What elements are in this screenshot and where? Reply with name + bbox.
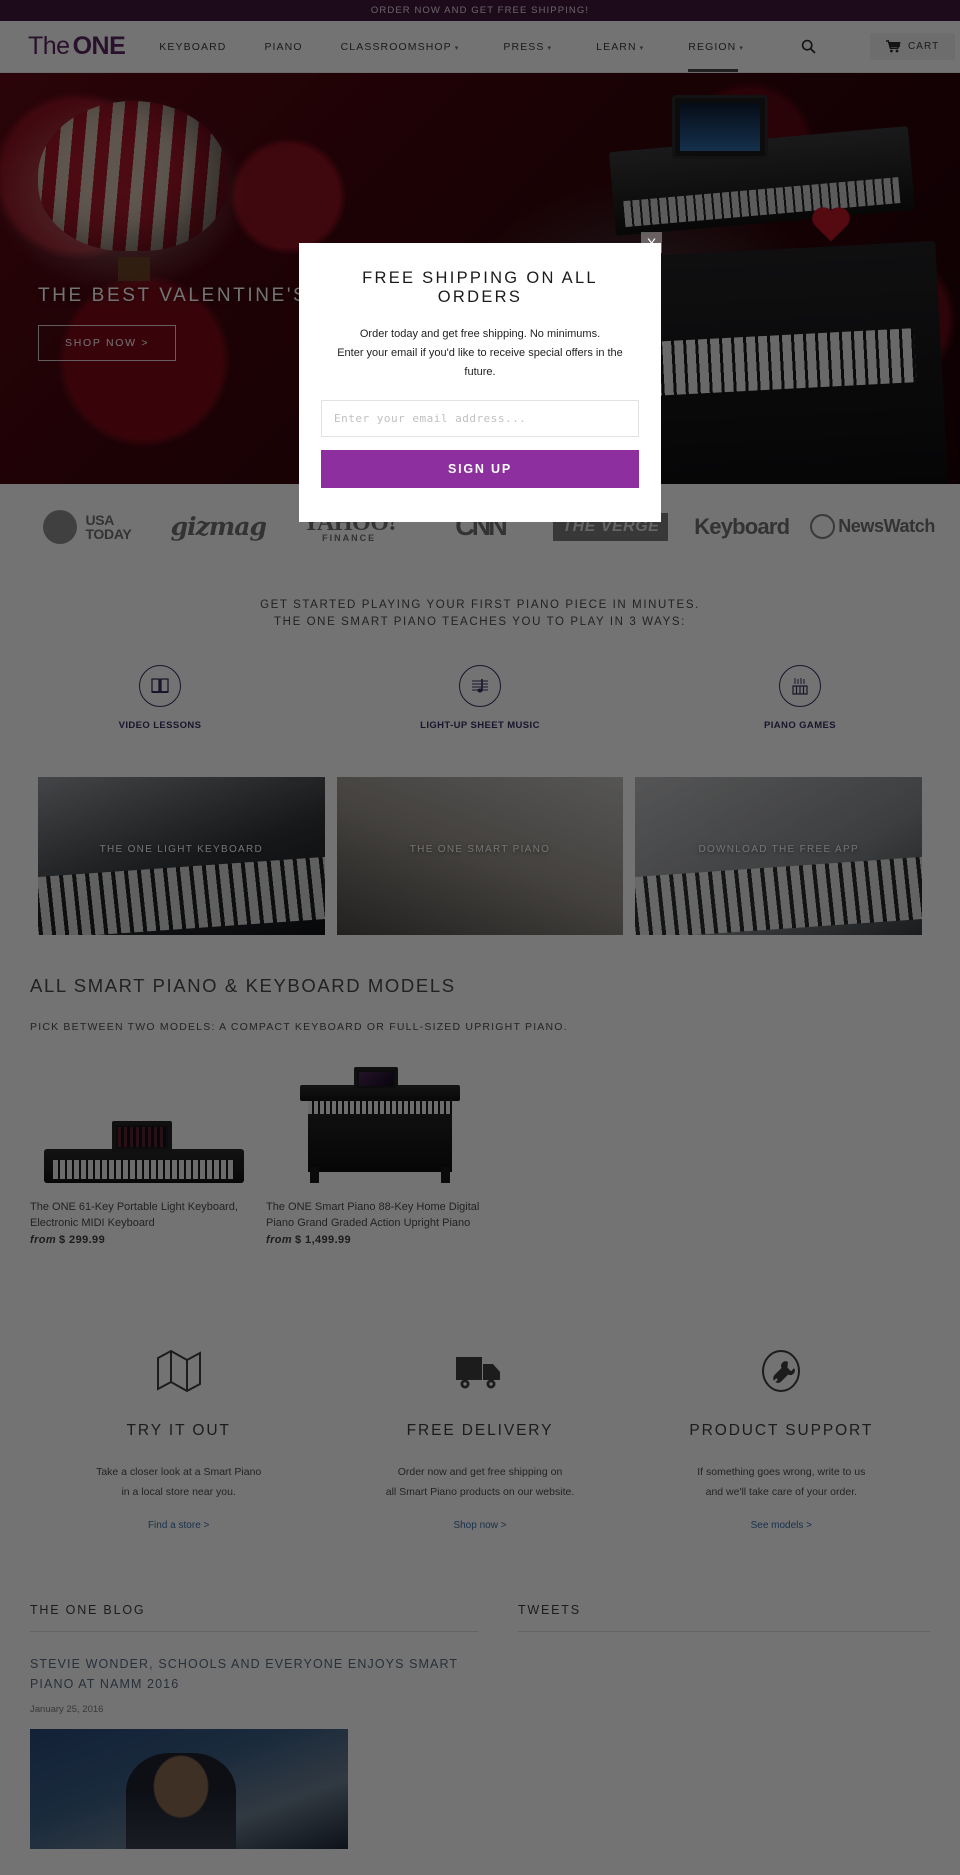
modal-description: Order today and get free shipping. No mi… (321, 325, 639, 382)
close-icon[interactable]: X (641, 232, 662, 253)
newsletter-modal: X FREE SHIPPING ON ALL ORDERS Order toda… (299, 232, 662, 522)
modal-title: FREE SHIPPING ON ALL ORDERS (362, 269, 598, 306)
modal-description-line2: Enter your email if you'd like to receiv… (337, 347, 623, 378)
modal-description-line1: Order today and get free shipping. No mi… (359, 328, 601, 340)
signup-button[interactable]: SIGN UP (321, 450, 639, 488)
email-input[interactable] (321, 400, 639, 437)
